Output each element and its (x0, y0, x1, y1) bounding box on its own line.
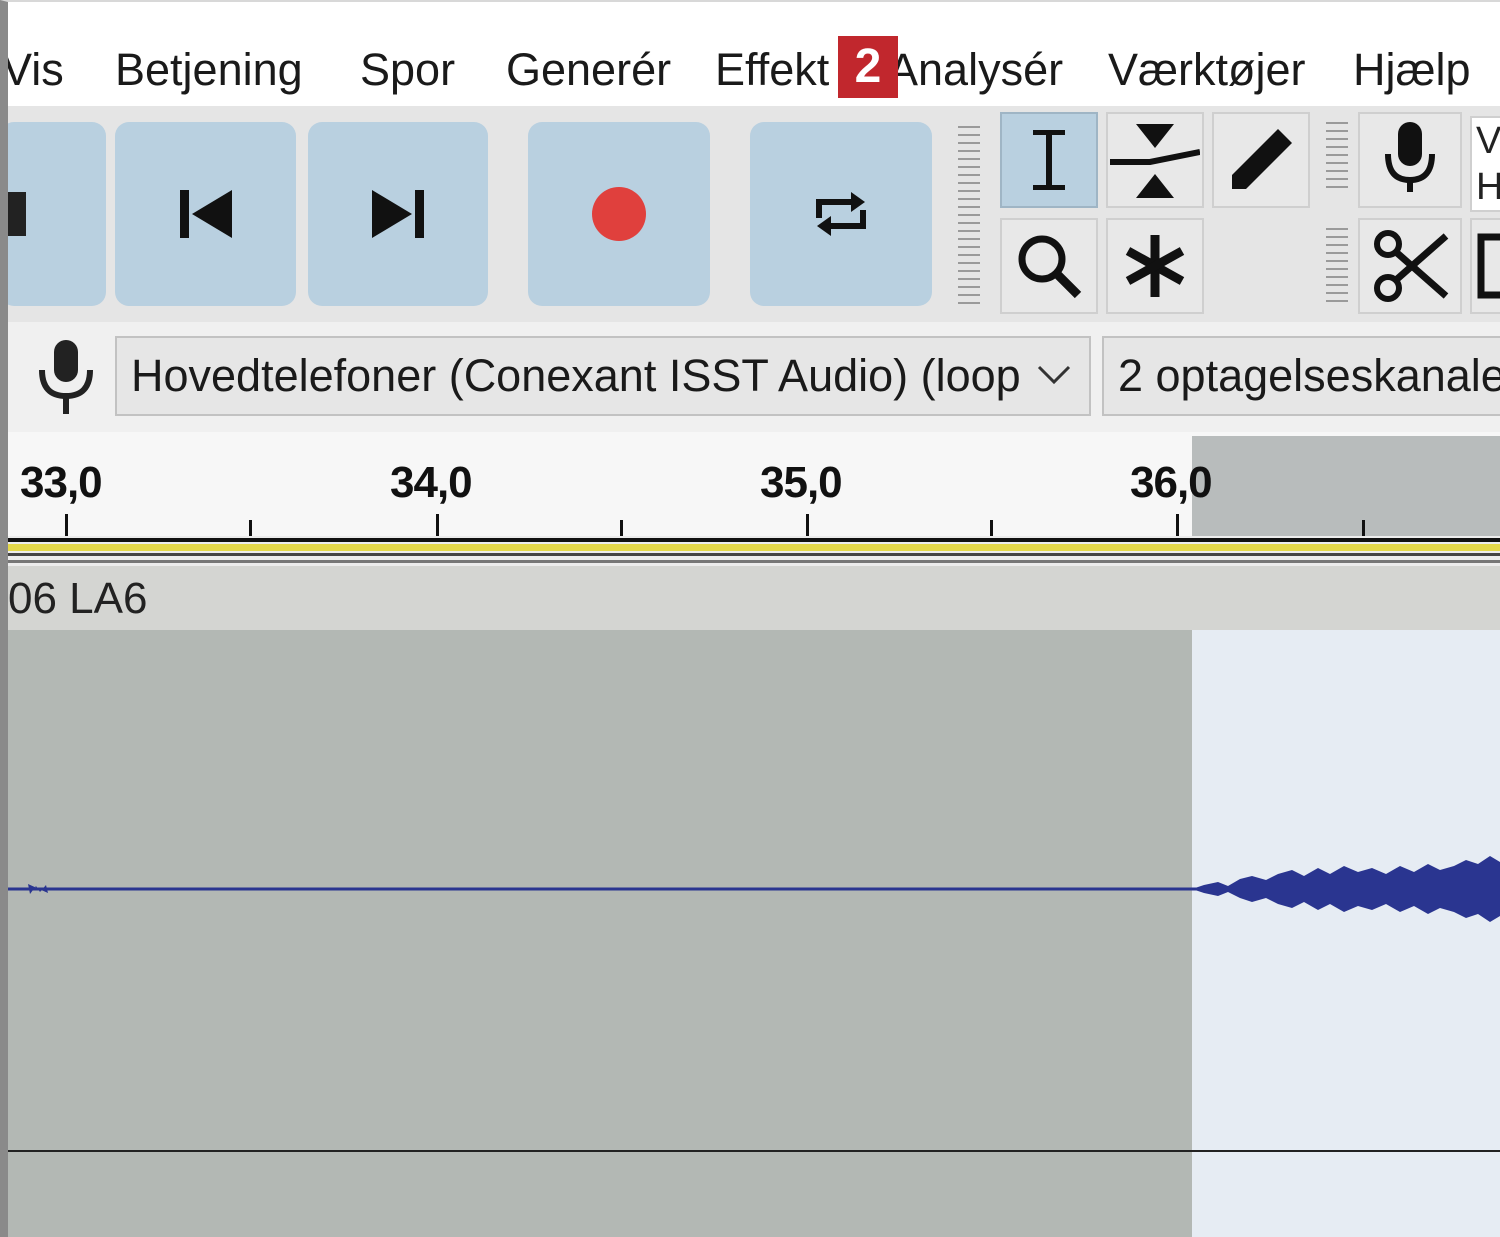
toolbar-grip[interactable] (958, 126, 980, 306)
ruler-label: 36,0 (1130, 458, 1213, 507)
ruler-minor-tick (249, 520, 252, 536)
menu-analyser[interactable]: Analysér (888, 40, 1063, 100)
meter-stub-line2: H (1476, 164, 1500, 210)
recording-device-value: Hovedtelefoner (Conexant ISST Audio) (lo… (131, 350, 1021, 401)
loop-button[interactable] (750, 122, 932, 306)
device-toolbar: Hovedtelefoner (Conexant ISST Audio) (lo… (8, 322, 1500, 434)
recording-device-mic-icon (39, 340, 93, 414)
timeline-play-region[interactable] (8, 536, 1500, 566)
toolbar: V H (0, 106, 1500, 324)
ruler-minor-tick (620, 520, 623, 536)
selection-tool-icon (1033, 130, 1065, 190)
multi-tool[interactable] (1106, 218, 1204, 314)
recording-channels-select[interactable]: 2 optagelseskanale (1102, 336, 1500, 416)
multi-tool-icon (1125, 235, 1185, 297)
recording-channels-value: 2 optagelseskanale (1118, 350, 1500, 401)
ruler-label: 33,0 (20, 458, 103, 507)
recording-device-select[interactable]: Hovedtelefoner (Conexant ISST Audio) (lo… (115, 336, 1091, 416)
stop-icon (0, 192, 26, 236)
chevron-down-icon (1037, 365, 1071, 385)
scissors-icon (1374, 230, 1449, 302)
copy-icon (1477, 233, 1500, 299)
timeline-ruler[interactable]: 33,0 34,0 35,0 36,0 (8, 432, 1500, 536)
selection-tool[interactable] (1000, 112, 1098, 208)
menu-generer[interactable]: Generér (506, 40, 671, 100)
clip-name: 06 LA6 (8, 574, 148, 623)
loop-icon (816, 192, 866, 236)
skip-to-end-button[interactable] (308, 122, 488, 306)
meter-stub: V H (1470, 116, 1500, 212)
record-meter-button[interactable] (1358, 112, 1462, 208)
microphone-icon (1385, 122, 1435, 192)
ruler-minor-tick (1362, 520, 1365, 536)
ruler-major-tick (1176, 514, 1179, 536)
track-separator (8, 1150, 1500, 1152)
zoom-tool-icon (1018, 235, 1082, 299)
meter-stub-line1: V (1476, 120, 1500, 162)
skip-to-start-icon (179, 190, 232, 238)
menu-betjening[interactable]: Betjening (115, 40, 303, 100)
cut-button[interactable] (1358, 218, 1462, 314)
ruler-label: 35,0 (760, 458, 843, 507)
menu-vis[interactable]: Vis (2, 40, 64, 100)
menu-spor[interactable]: Spor (360, 40, 455, 100)
toolbar-grip-2[interactable] (1326, 122, 1348, 192)
ruler-major-tick (65, 514, 68, 536)
menu-hjaelp[interactable]: Hjælp (1353, 40, 1471, 100)
envelope-tool-icon (1110, 124, 1200, 198)
record-button[interactable] (528, 122, 710, 306)
ruler-major-tick (806, 514, 809, 536)
copy-button[interactable] (1470, 218, 1500, 314)
draw-tool[interactable] (1212, 112, 1310, 208)
skip-to-start-button[interactable] (115, 122, 296, 306)
waveform (8, 856, 1500, 922)
skip-to-end-icon (372, 190, 424, 238)
clip-header[interactable]: 06 LA6 (8, 566, 1500, 630)
ruler-selection-shade (1192, 436, 1500, 536)
menu-effekt[interactable]: Effekt (715, 40, 829, 100)
menu-bar: Vis Betjening Spor Generér Effekt Analys… (2, 2, 1500, 107)
step-badge: 2 (838, 36, 898, 98)
stop-button[interactable] (0, 122, 106, 306)
ruler-minor-tick (990, 520, 993, 536)
menu-vaerktojer[interactable]: Værktøjer (1108, 40, 1306, 100)
ruler-label: 34,0 (390, 458, 473, 507)
toolbar-grip-3[interactable] (1326, 228, 1348, 308)
ruler-major-tick (436, 514, 439, 536)
audio-track[interactable] (8, 630, 1500, 1237)
zoom-tool[interactable] (1000, 218, 1098, 314)
draw-tool-icon (1232, 129, 1292, 189)
record-icon (592, 187, 646, 241)
envelope-tool[interactable] (1106, 112, 1204, 208)
